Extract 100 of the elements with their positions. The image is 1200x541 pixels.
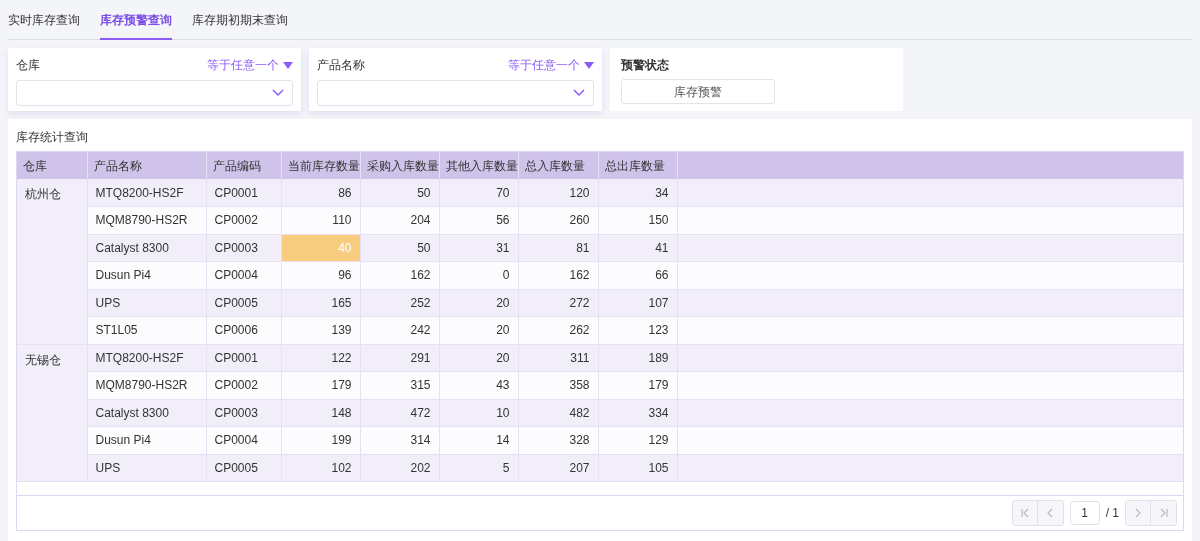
- table-cell: CP0001: [206, 179, 281, 207]
- table-cell: 242: [360, 316, 439, 344]
- table-cell: Catalyst 8300: [87, 234, 206, 262]
- table-cell: 122: [281, 344, 360, 372]
- table-cell: 162: [360, 261, 439, 289]
- table-cell: 123: [598, 316, 677, 344]
- table-cell: 66: [598, 261, 677, 289]
- table-cell: 334: [598, 399, 677, 427]
- table-cell: 50: [360, 179, 439, 207]
- tab[interactable]: 库存期初期末查询: [192, 11, 288, 40]
- table-cell: 50: [360, 234, 439, 262]
- filter-label: 仓库: [16, 57, 40, 74]
- select-field[interactable]: [317, 80, 594, 106]
- table-cell: 无锡仓: [17, 344, 87, 482]
- table-cell: 34: [598, 179, 677, 207]
- table-cell: CP0002: [206, 206, 281, 234]
- table-cell: 148: [281, 399, 360, 427]
- table-cell: MTQ8200-HS2F: [87, 344, 206, 372]
- table-cell: 150: [598, 206, 677, 234]
- table-cell: 0: [439, 261, 518, 289]
- triangle-icon: [283, 61, 293, 69]
- table-cell: Dusun Pi4: [87, 261, 206, 289]
- table-cell: CP0004: [206, 261, 281, 289]
- last-page-icon: [1158, 508, 1169, 519]
- table-cell: 272: [518, 289, 598, 317]
- table-cell: Catalyst 8300: [87, 399, 206, 427]
- table-cell: MQM8790-HS2R: [87, 371, 206, 399]
- table-cell: CP0005: [206, 289, 281, 317]
- table-cell: 129: [598, 426, 677, 454]
- table-cell: 165: [281, 289, 360, 317]
- table-cell: 20: [439, 289, 518, 317]
- tab[interactable]: 库存预警查询: [100, 11, 172, 40]
- table-cell: 328: [518, 426, 598, 454]
- table-cell: 162: [518, 261, 598, 289]
- table-cell: MQM8790-HS2R: [87, 206, 206, 234]
- table-cell: 107: [598, 289, 677, 317]
- table-cell: MTQ8200-HS2F: [87, 179, 206, 207]
- table-cell: 260: [518, 206, 598, 234]
- table-cell: Dusun Pi4: [87, 426, 206, 454]
- table-cell: 472: [360, 399, 439, 427]
- table-cell: 56: [439, 206, 518, 234]
- table-cell: 315: [360, 371, 439, 399]
- table-cell: 20: [439, 316, 518, 344]
- table-cell: UPS: [87, 289, 206, 317]
- page-total: / 1: [1105, 505, 1119, 523]
- table-cell: 14: [439, 426, 518, 454]
- table-cell: ST1L05: [87, 316, 206, 344]
- table-cell: 189: [598, 344, 677, 372]
- table-cell: 20: [439, 344, 518, 372]
- triangle-icon: [584, 61, 594, 69]
- table-cell: 482: [518, 399, 598, 427]
- table-cell: 199: [281, 426, 360, 454]
- warning-button[interactable]: 库存预警: [621, 79, 775, 104]
- table-cell: 358: [518, 371, 598, 399]
- table-cell: 86: [281, 179, 360, 207]
- table-cell: 102: [281, 454, 360, 482]
- table-cell: 10: [439, 399, 518, 427]
- table-cell: 96: [281, 261, 360, 289]
- table-cell: 40: [281, 234, 360, 262]
- table-cell: CP0003: [206, 234, 281, 262]
- filter-label: 预警状态: [621, 57, 670, 74]
- filter-label: 产品名称: [317, 57, 365, 74]
- table-cell: CP0004: [206, 426, 281, 454]
- chevron-down-icon: [573, 89, 585, 97]
- table-cell: CP0002: [206, 371, 281, 399]
- table-cell: 179: [598, 371, 677, 399]
- table-cell: 204: [360, 206, 439, 234]
- select-field[interactable]: [16, 80, 293, 106]
- table-cell: 207: [518, 454, 598, 482]
- table-cell: 252: [360, 289, 439, 317]
- table-cell: CP0003: [206, 399, 281, 427]
- table-cell: CP0006: [206, 316, 281, 344]
- table-cell: 179: [281, 371, 360, 399]
- table-cell: 314: [360, 426, 439, 454]
- table-cell: 110: [281, 206, 360, 234]
- page-input[interactable]: 1: [1069, 501, 1100, 526]
- table-cell: 120: [518, 179, 598, 207]
- table-cell: 70: [439, 179, 518, 207]
- table-cell: 139: [281, 316, 360, 344]
- table-cell: CP0001: [206, 344, 281, 372]
- table-cell: 291: [360, 344, 439, 372]
- table-cell: 105: [598, 454, 677, 482]
- table-cell: 31: [439, 234, 518, 262]
- section-title: 库存统计查询: [16, 129, 89, 146]
- table-cell: 41: [598, 234, 677, 262]
- tab[interactable]: 实时库存查询: [8, 11, 80, 40]
- table-cell: 杭州仓: [17, 179, 87, 344]
- table-cell: 202: [360, 454, 439, 482]
- chevron-down-icon: [272, 89, 284, 97]
- table-cell: 81: [518, 234, 598, 262]
- operator-dropdown[interactable]: 等于任意一个: [508, 56, 594, 74]
- first-page-icon: [1019, 508, 1030, 519]
- chevron-right-icon: [1133, 508, 1143, 519]
- table-cell: 311: [518, 344, 598, 372]
- table-cell: 5: [439, 454, 518, 482]
- table-cell: 262: [518, 316, 598, 344]
- table-cell: CP0005: [206, 454, 281, 482]
- table-cell: 43: [439, 371, 518, 399]
- operator-dropdown[interactable]: 等于任意一个: [207, 56, 293, 74]
- table-cell: UPS: [87, 454, 206, 482]
